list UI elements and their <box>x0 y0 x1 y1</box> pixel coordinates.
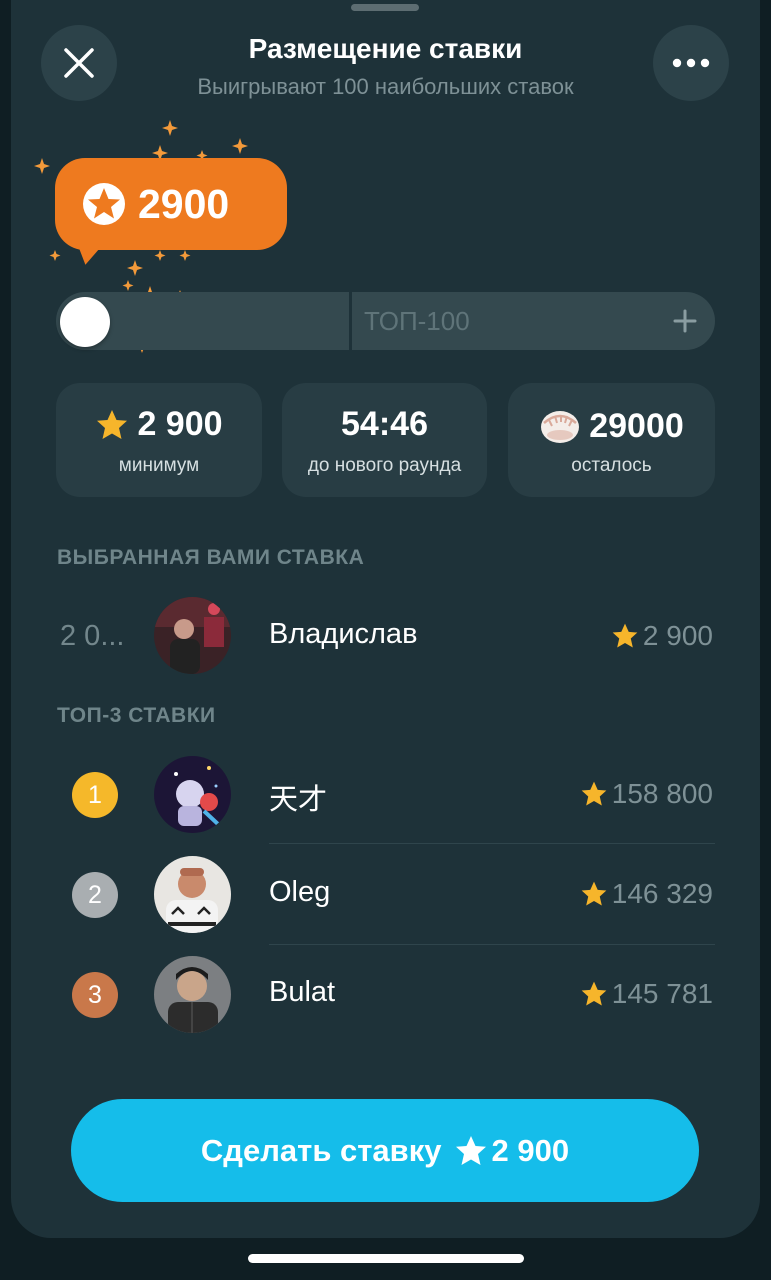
my-bid-amount: 2 900 <box>611 620 713 652</box>
top-bidder-3-name: Bulat <box>269 976 336 1008</box>
stat-minimum-value: 2 900 <box>137 405 223 443</box>
top-bidder-1-amount: 158 800 <box>580 778 713 810</box>
plus-icon <box>673 309 697 333</box>
my-bid-amount-value: 2 900 <box>642 620 713 651</box>
stat-remaining-value: 29000 <box>589 406 684 445</box>
bid-bubble-value: 2900 <box>138 180 230 227</box>
top-bidder-2-name: Oleg <box>269 876 331 908</box>
rank-medal-3: 3 <box>72 972 118 1018</box>
round-timer-label: до нового раунда <box>307 455 462 476</box>
top-bidder-2-avatar[interactable] <box>154 856 231 933</box>
more-icon <box>672 58 710 68</box>
stat-card-timer: 54:46 до нового раунда <box>282 383 487 497</box>
bid-slider-thumb[interactable] <box>60 297 110 347</box>
place-bid-button[interactable]: Сделать ставку 2 900 <box>71 1099 699 1202</box>
star-icon <box>455 1135 486 1165</box>
rank-medal-2: 2 <box>72 872 118 918</box>
top-bidder-3-amount: 145 781 <box>580 978 713 1010</box>
row-divider <box>269 944 715 945</box>
star-icon <box>581 881 607 906</box>
star-icon <box>97 409 128 439</box>
place-bid-label: Сделать ставку <box>200 1132 442 1168</box>
more-button[interactable] <box>653 25 729 101</box>
dumpling-icon <box>541 411 580 443</box>
top-bidder-1-amount-value: 158 800 <box>611 778 713 809</box>
home-indicator[interactable] <box>248 1254 524 1263</box>
top-bidder-3-avatar[interactable] <box>154 956 231 1033</box>
stat-card-remaining: 29000 осталось <box>508 383 715 497</box>
star-icon <box>83 183 125 225</box>
my-bid-avatar[interactable] <box>154 597 231 674</box>
stat-card-minimum: 2 900 минимум <box>56 383 262 497</box>
stat-remaining-label: осталось <box>571 455 652 476</box>
my-bid-name: Владислав <box>269 618 418 650</box>
top-slot-label: ТОП-100 <box>364 306 470 336</box>
stat-minimum-label: минимум <box>118 455 200 476</box>
star-icon <box>612 623 638 648</box>
star-icon <box>581 781 607 806</box>
top-bidder-3-amount-value: 145 781 <box>611 978 713 1009</box>
top-bidder-1-name: 天才 <box>269 784 328 816</box>
top-bidder-2-amount: 146 329 <box>580 878 713 910</box>
sheet-grab-handle[interactable] <box>351 4 419 11</box>
rank-medal-1: 1 <box>72 772 118 818</box>
top3-section-title: ТОП-3 СТАВКИ <box>57 704 216 727</box>
my-bid-rank: 2 0... <box>60 620 125 652</box>
my-bid-section-title: ВЫБРАННАЯ ВАМИ СТАВКА <box>57 546 365 569</box>
round-timer-value: 54:46 <box>341 405 428 443</box>
bid-amount-bubble: 2900 <box>55 158 287 250</box>
row-divider <box>269 843 715 844</box>
increase-bid-button[interactable] <box>668 304 702 338</box>
place-bid-amount: 2 900 <box>491 1132 570 1168</box>
star-icon <box>581 981 607 1006</box>
top-bidder-1-avatar[interactable] <box>154 756 231 833</box>
top-bidder-2-amount-value: 146 329 <box>611 878 713 909</box>
